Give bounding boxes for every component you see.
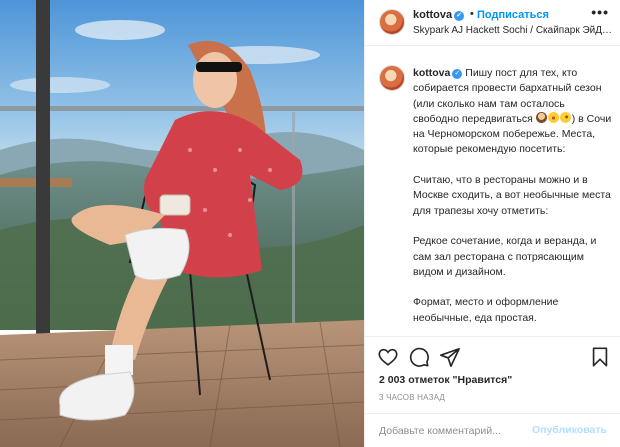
- caption-text: kottova ✓ Пишу пост для тех, кто собирает…: [413, 66, 613, 335]
- post-header: kottova ✓ • Подписаться ••• Skypark AJ Ha…: [365, 0, 620, 46]
- header-separator: •: [470, 8, 474, 20]
- author-username[interactable]: kottova: [413, 9, 452, 21]
- bookmark-icon: [592, 347, 608, 367]
- paper-plane-icon: [440, 347, 460, 367]
- verified-badge-icon: ✓: [452, 69, 463, 79]
- likes-count[interactable]: 2 003 отметок "Нравится": [379, 374, 512, 386]
- comment-bar: Опубликовать: [365, 413, 620, 447]
- share-button[interactable]: [439, 346, 461, 368]
- winking-face-emoji-icon: [559, 111, 571, 123]
- location-link[interactable]: Skypark AJ Hackett Sochi / Скайпарк ЭйДж…: [413, 25, 613, 36]
- caption-paragraph-3: Редкое сочетание, когда и веранда, и сам…: [413, 235, 597, 278]
- caption-paragraph-4: Формат, место и оформление необычные, ед…: [413, 296, 559, 324]
- author-avatar[interactable]: [379, 9, 405, 35]
- caption-author-username[interactable]: kottova: [413, 67, 450, 79]
- comment-bubble-icon: [409, 347, 429, 367]
- grinning-face-emoji-icon: [547, 111, 559, 123]
- save-button[interactable]: [589, 346, 611, 368]
- caption-paragraph-2: Считаю, что в рестораны можно и в Москве…: [413, 174, 611, 217]
- caption-paragraph-1: kottova ✓ Пишу пост для тех, кто собирает…: [413, 66, 613, 158]
- verified-badge-icon: ✓: [454, 11, 465, 21]
- post-photo[interactable]: [0, 0, 364, 447]
- follow-button[interactable]: Подписаться: [477, 9, 549, 21]
- post-caption: kottova ✓ Пишу пост для тех, кто собирает…: [365, 56, 620, 335]
- more-options-button[interactable]: •••: [591, 4, 609, 20]
- author-username-line[interactable]: kottova ✓: [413, 9, 465, 21]
- post-photo-image: [0, 0, 364, 447]
- comment-input[interactable]: [379, 423, 539, 439]
- caption-author-avatar[interactable]: [379, 65, 405, 91]
- post-timestamp[interactable]: 3 ЧАСОВ НАЗАД: [379, 393, 445, 402]
- woman-gesture-emoji-icon: [535, 111, 547, 123]
- like-button[interactable]: [377, 346, 399, 368]
- publish-button[interactable]: Опубликовать: [532, 424, 607, 436]
- post-side-panel: kottova ✓ • Подписаться ••• Skypark AJ Ha…: [364, 0, 620, 447]
- heart-icon: [378, 348, 398, 366]
- comment-button[interactable]: [408, 346, 430, 368]
